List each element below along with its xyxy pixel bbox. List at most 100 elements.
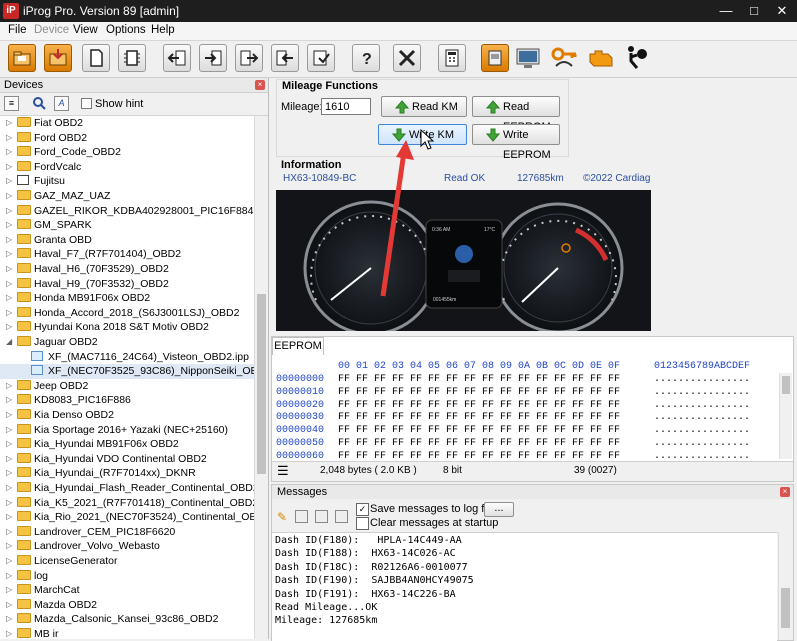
hex-bytes[interactable]: FF FF FF FF FF FF FF FF FF FF FF FF FF F… [338, 374, 620, 385]
collapsed-arrow-icon[interactable]: ▷ [6, 395, 12, 404]
collapsed-arrow-icon[interactable]: ▷ [6, 147, 12, 156]
tree-folder-item[interactable]: ▷ GAZEL_RIKOR_KDBA402928001_PIC16F884 [0, 204, 254, 219]
collapsed-arrow-icon[interactable]: ▷ [6, 498, 12, 507]
mileage-input[interactable]: 1610 [321, 98, 371, 115]
export-icon[interactable] [235, 44, 263, 72]
tree-folder-item[interactable]: ▷ Kia_Rio_2021_(NEC70F3524)_Continental_O… [0, 510, 254, 525]
tree-folder-item[interactable]: ▷ FordVcalc [0, 160, 254, 175]
collapsed-arrow-icon[interactable]: ▷ [6, 629, 12, 638]
collapsed-arrow-icon[interactable]: ▷ [6, 162, 12, 171]
collapsed-arrow-icon[interactable]: ▷ [6, 279, 12, 288]
tree-folder-item[interactable]: ▷ Jeep OBD2 [0, 379, 254, 394]
collapsed-arrow-icon[interactable]: ▷ [6, 556, 12, 565]
tree-folder-item[interactable]: ▷ KD8083_PIC16F886 [0, 393, 254, 408]
calculator-icon[interactable] [438, 44, 466, 72]
collapsed-arrow-icon[interactable]: ▷ [6, 235, 12, 244]
tree-folder-item[interactable]: ▷ log [0, 569, 254, 584]
collapsed-arrow-icon[interactable]: ▷ [6, 206, 12, 215]
menu-help[interactable]: Help [151, 24, 175, 36]
messages-scrollbar[interactable] [778, 532, 792, 640]
close-window-button[interactable]: ✕ [769, 2, 795, 20]
tree-folder-item[interactable]: ▷ Ford OBD2 [0, 131, 254, 146]
tree-folder-item[interactable]: ▷ Kia_Hyundai_(R7F7014xx)_DKNR [0, 466, 254, 481]
collapsed-arrow-icon[interactable]: ▷ [6, 118, 12, 127]
tree-folder-item[interactable]: ▷ Honda MB91F06x OBD2 [0, 291, 254, 306]
copy-icon[interactable] [295, 510, 308, 523]
tree-folder-item[interactable]: ▷ Landrover_Volvo_Webasto [0, 539, 254, 554]
collapsed-arrow-icon[interactable]: ▷ [6, 176, 12, 185]
read-arrow-icon[interactable] [163, 44, 191, 72]
hex-bytes[interactable]: FF FF FF FF FF FF FF FF FF FF FF FF FF F… [338, 387, 620, 398]
tree-folder-item[interactable]: ▷ Kia_K5_2021_(R7F701418)_Continental_OBD… [0, 496, 254, 511]
hex-bytes[interactable]: FF FF FF FF FF FF FF FF FF FF FF FF FF F… [338, 438, 620, 449]
menu-view[interactable]: View [73, 24, 98, 36]
close-panel-icon[interactable]: × [255, 80, 265, 90]
save-icon[interactable] [335, 510, 348, 523]
save-folder-icon[interactable] [44, 44, 72, 72]
collapsed-arrow-icon[interactable]: ▷ [6, 585, 12, 594]
tab-eeprom[interactable]: EEPROM [272, 337, 324, 355]
font-icon[interactable]: A [54, 96, 69, 111]
tree-folder-item[interactable]: ▷ Granta OBD [0, 233, 254, 248]
show-hint-checkbox[interactable] [81, 98, 92, 109]
menu-lines-icon[interactable]: ☰ [277, 463, 289, 479]
scrollbar-thumb[interactable] [781, 588, 790, 628]
tree-folder-item[interactable]: ▷ Kia Denso OBD2 [0, 408, 254, 423]
collapsed-arrow-icon[interactable]: ▷ [6, 322, 12, 331]
write-eeprom-button[interactable]: Write EEPROM [472, 124, 560, 161]
collapsed-arrow-icon[interactable]: ▷ [6, 133, 12, 142]
airbag-icon[interactable] [622, 44, 652, 72]
tree-folder-item[interactable]: ▷ Kia_Hyundai_Flash_Reader_Continental_OB… [0, 481, 254, 496]
read-km-button[interactable]: Read KM [381, 96, 467, 117]
collapsed-arrow-icon[interactable]: ▷ [6, 541, 12, 550]
monitor-icon[interactable] [514, 44, 544, 72]
collapsed-arrow-icon[interactable]: ▷ [6, 439, 12, 448]
tree-folder-item[interactable]: ▷ Kia_Hyundai MB91F06x OBD2 [0, 437, 254, 452]
collapsed-arrow-icon[interactable]: ▷ [6, 249, 12, 258]
scrollbar-thumb[interactable] [257, 294, 266, 474]
collapsed-arrow-icon[interactable]: ▷ [6, 527, 12, 536]
sd-card-icon[interactable] [481, 44, 509, 72]
tree-folder-item[interactable]: ▷ Fujitsu [0, 174, 254, 189]
menu-device[interactable]: Device [34, 24, 69, 36]
maximize-button[interactable]: □ [741, 2, 767, 20]
collapsed-arrow-icon[interactable]: ▷ [6, 308, 12, 317]
tree-folder-item[interactable]: ◢ Jaguar OBD2 [0, 335, 254, 350]
hex-bytes[interactable]: FF FF FF FF FF FF FF FF FF FF FF FF FF F… [338, 412, 620, 423]
write-km-button[interactable]: Write KM [378, 124, 467, 145]
pencil-icon[interactable]: ✎ [277, 510, 287, 524]
collapsed-arrow-icon[interactable]: ▷ [6, 381, 12, 390]
clear-icon[interactable] [315, 510, 328, 523]
help-icon[interactable]: ? [352, 44, 380, 72]
engine-icon[interactable] [586, 44, 616, 72]
collapsed-arrow-icon[interactable]: ▷ [6, 512, 12, 521]
hex-scrollbar[interactable] [779, 373, 792, 459]
tree-folder-item[interactable]: ▷ Honda_Accord_2018_(S6J3001LSJ)_OBD2 [0, 306, 254, 321]
new-file-icon[interactable] [82, 44, 110, 72]
hex-bytes[interactable]: FF FF FF FF FF FF FF FF FF FF FF FF FF F… [338, 425, 620, 436]
verify-icon[interactable] [307, 44, 335, 72]
collapsed-arrow-icon[interactable]: ▷ [6, 191, 12, 200]
tree-folder-item[interactable]: ▷ Hyundai Kona 2018 S&T Motiv OBD2 [0, 320, 254, 335]
search-icon[interactable] [31, 96, 46, 111]
tree-folder-item[interactable]: ▷ Mazda_Calsonic_Kansei_93c86_OBD2 [0, 612, 254, 627]
tree-folder-item[interactable]: ▷ Haval_F7_(R7F701404)_OBD2 [0, 247, 254, 262]
chip-icon[interactable] [118, 44, 146, 72]
collapsed-arrow-icon[interactable]: ▷ [6, 410, 12, 419]
tree-file-item[interactable]: XF_(NEC70F3525_93C86)_NipponSeiki_OBD2.i… [0, 364, 254, 379]
tree-folder-item[interactable]: ▷ Fiat OBD2 [0, 116, 254, 131]
collapsed-arrow-icon[interactable]: ▷ [6, 220, 12, 229]
close-panel-icon[interactable]: × [780, 487, 790, 497]
tree-folder-item[interactable]: ▷ MB ir [0, 627, 254, 639]
browse-log-button[interactable]: ... [484, 502, 514, 517]
tree-folder-item[interactable]: ▷ Kia_Hyundai VDO Continental OBD2 [0, 452, 254, 467]
collapsed-arrow-icon[interactable]: ▷ [6, 454, 12, 463]
write-arrow-icon[interactable] [199, 44, 227, 72]
erase-icon[interactable] [393, 44, 421, 72]
clear-at-startup-checkbox[interactable] [356, 517, 369, 530]
tree-folder-item[interactable]: ▷ Haval_H9_(70F3532)_OBD2 [0, 277, 254, 292]
tree-folder-item[interactable]: ▷ Kia Sportage 2016+ Yazaki (NEC+25160) [0, 423, 254, 438]
collapsed-arrow-icon[interactable]: ▷ [6, 600, 12, 609]
collapsed-arrow-icon[interactable]: ▷ [6, 483, 12, 492]
menu-file[interactable]: File [8, 24, 27, 36]
